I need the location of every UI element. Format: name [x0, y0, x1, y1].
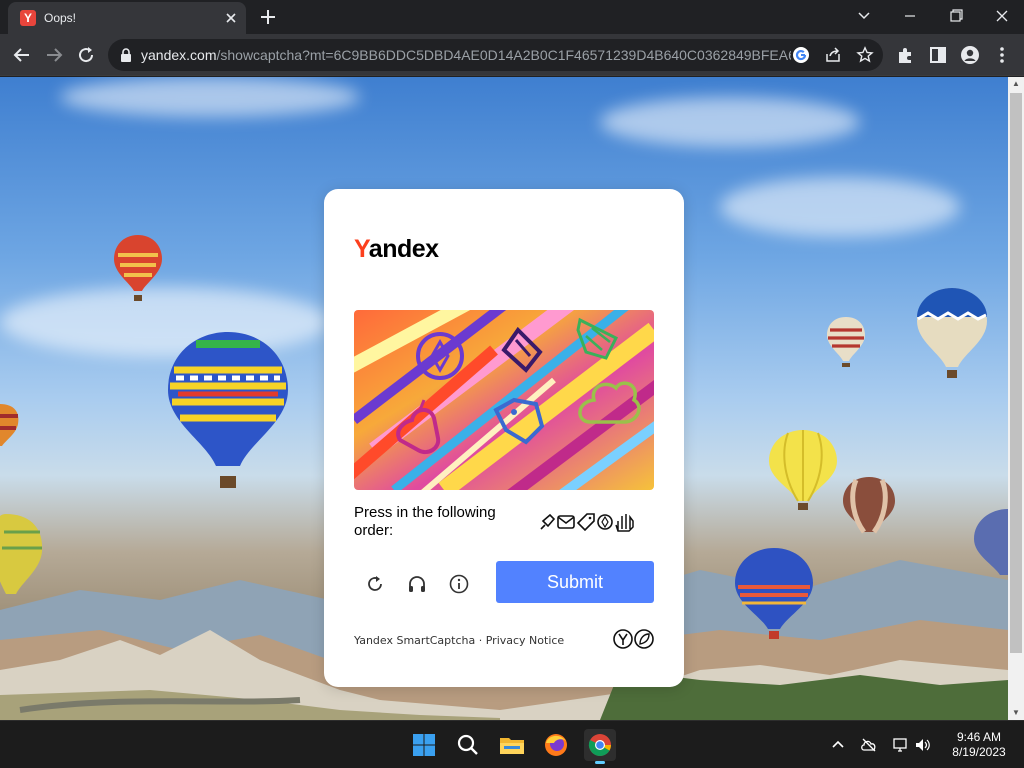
tab-search-chevron-icon[interactable]	[850, 4, 878, 28]
compass-icon	[597, 514, 613, 530]
smartcaptcha-link[interactable]: Yandex SmartCaptcha	[354, 634, 475, 647]
clock-date: 8/19/2023	[952, 745, 1006, 759]
more-menu-icon[interactable]	[992, 45, 1012, 65]
minimize-icon[interactable]	[896, 4, 924, 28]
clock-time: 9:46 AM	[956, 730, 1002, 744]
envelope-icon	[557, 515, 575, 529]
hot-air-balloon-image	[0, 404, 19, 446]
volume-icon[interactable]	[914, 736, 932, 754]
comet-icon	[540, 513, 556, 530]
privacy-notice-link[interactable]: Privacy Notice	[486, 634, 564, 647]
forward-arrow-icon[interactable]	[42, 43, 66, 67]
hot-air-balloon-image	[769, 430, 837, 510]
url-path: /showcaptcha?mt=6C9BB6DDC5DBD4AE0D14A2B0…	[216, 47, 791, 63]
network-icon[interactable]	[892, 736, 910, 754]
browser-toolbar: yandex.com/showcaptcha?mt=6C9BB6DDC5DBD4…	[0, 34, 1024, 76]
scroll-up-arrow-icon[interactable]: ▲	[1008, 77, 1024, 91]
chrome-icon	[588, 734, 611, 756]
taskbar-chrome[interactable]	[584, 729, 616, 764]
firefox-icon	[545, 734, 567, 756]
hot-air-balloon-image	[168, 332, 288, 488]
cloud	[600, 97, 860, 147]
url-text[interactable]: yandex.com/showcaptcha?mt=6C9BB6DDC5DBD4…	[141, 47, 791, 63]
onedrive-cloud-icon[interactable]	[860, 736, 878, 754]
profile-avatar-icon[interactable]	[960, 45, 980, 65]
system-clock[interactable]: 9:46 AM 8/19/2023	[944, 730, 1014, 760]
footer-separator: ·	[478, 634, 483, 647]
share-icon[interactable]	[824, 46, 842, 64]
logo-y: Y	[354, 235, 369, 263]
show-hidden-icons-chevron-icon[interactable]	[829, 736, 847, 754]
address-bar[interactable]: yandex.com/showcaptcha?mt=6C9BB6DDC5DBD4…	[108, 39, 883, 71]
hot-air-balloon-image	[114, 235, 162, 301]
cloud	[60, 77, 360, 117]
hot-air-balloon-image	[843, 477, 895, 534]
tab-strip: Y Oops!	[0, 0, 1024, 34]
restore-icon[interactable]	[942, 4, 970, 28]
side-panel-icon[interactable]	[928, 45, 948, 65]
hot-air-balloon-image	[974, 509, 1008, 575]
google-lens-icon[interactable]	[792, 46, 810, 64]
hand-icon	[615, 514, 634, 532]
extensions-puzzle-icon[interactable]	[896, 45, 916, 65]
hot-air-balloon-image	[735, 548, 813, 639]
captcha-card: Yandex Press in the following order: Sub…	[324, 189, 684, 687]
page-background: Yandex Press in the following order: Sub…	[0, 77, 1008, 720]
windows-taskbar: 9:46 AM 8/19/2023	[0, 720, 1024, 768]
back-arrow-icon[interactable]	[10, 43, 34, 67]
close-window-icon[interactable]	[988, 4, 1016, 28]
new-tab-icon[interactable]	[258, 7, 278, 27]
refresh-icon[interactable]	[364, 573, 386, 595]
active-app-indicator	[595, 761, 605, 764]
file-explorer-icon	[500, 738, 524, 754]
url-host: yandex.com	[141, 47, 217, 63]
bookmark-star-icon[interactable]	[856, 46, 874, 64]
page-scrollbar[interactable]: ▲ ▼	[1008, 77, 1024, 720]
close-tab-icon[interactable]	[222, 9, 240, 27]
start-button[interactable]	[408, 729, 440, 761]
hot-air-balloon-image	[0, 514, 43, 594]
yandex-logo: Yandex	[354, 235, 439, 264]
tag-icon	[576, 513, 595, 532]
captcha-footer: Yandex SmartCaptcha · Privacy Notice	[354, 634, 564, 647]
tab-title: Oops!	[44, 11, 77, 25]
audio-headphones-icon[interactable]	[406, 573, 428, 595]
scroll-thumb[interactable]	[1010, 93, 1022, 653]
taskbar-firefox[interactable]	[540, 729, 572, 761]
search-icon	[457, 734, 478, 755]
yandex-smartcaptcha-logo-icon	[613, 629, 654, 649]
submit-button[interactable]: Submit	[496, 561, 654, 603]
windows-start-icon	[413, 734, 435, 756]
captcha-puzzle-image[interactable]	[354, 310, 654, 490]
captcha-prompt: Press in the following order:	[354, 504, 496, 539]
hot-air-balloon-image	[827, 317, 865, 367]
tab-oops[interactable]: Y Oops!	[8, 2, 246, 34]
yandex-favicon-icon: Y	[20, 10, 36, 26]
hot-air-balloon-image	[917, 288, 987, 378]
lock-icon[interactable]	[120, 48, 132, 62]
logo-rest: andex	[368, 235, 439, 263]
taskbar-file-explorer[interactable]	[496, 729, 528, 761]
info-icon[interactable]	[448, 573, 470, 595]
order-icons-strip	[540, 513, 634, 532]
reload-icon[interactable]	[74, 43, 98, 67]
cloud	[720, 177, 960, 237]
taskbar-search-button[interactable]	[452, 729, 484, 761]
scroll-down-arrow-icon[interactable]: ▼	[1008, 706, 1024, 720]
